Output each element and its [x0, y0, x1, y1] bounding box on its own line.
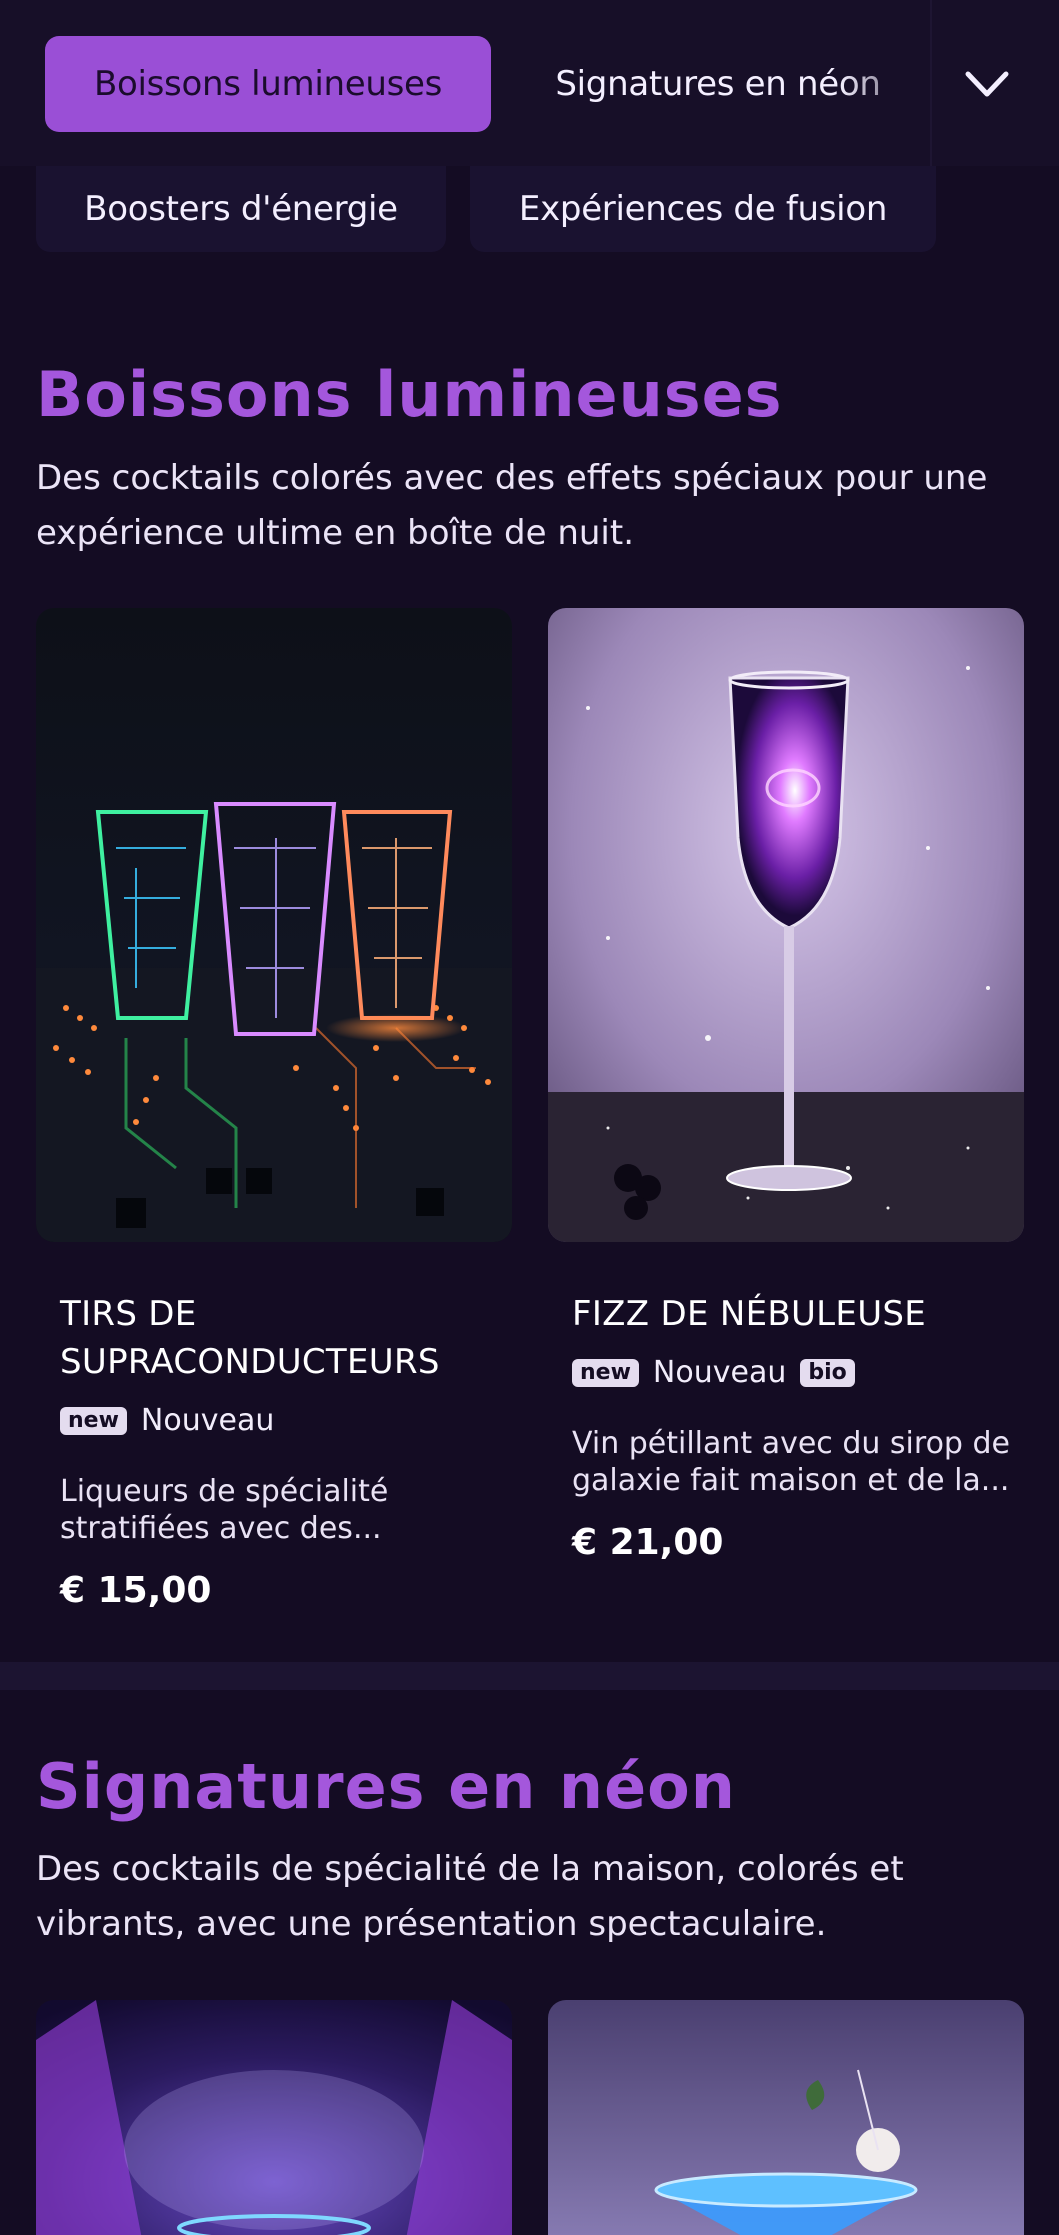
badge-row: new Nouveau: [60, 1403, 274, 1438]
description-line: galaxie fait maison et de la...: [572, 1463, 1010, 1498]
tab-label: Signatures en néon: [555, 64, 881, 104]
product-image-fizz-de-nebuleuse[interactable]: [548, 608, 1024, 1242]
product-description: Liqueurs de spécialité stratifiées avec …: [60, 1473, 500, 1547]
category-nav-row-2: Boosters d'énergie Expériences de fusion: [0, 166, 1059, 254]
product-name: FIZZ DE NÉBULEUSE: [572, 1294, 927, 1334]
product-description: Vin pétillant avec du sirop de galaxie f…: [572, 1425, 1032, 1499]
new-tag: new: [60, 1406, 127, 1435]
product-name-line: TIRS DE: [60, 1294, 197, 1334]
section-title: Signatures en néon: [36, 1750, 736, 1823]
section-description: Des cocktails de spécialité de la maison…: [36, 1849, 904, 1944]
product-price: € 15,00: [60, 1570, 212, 1611]
badge-label: Nouveau: [140, 1403, 275, 1438]
tab-boosters-d-energie[interactable]: Boosters d'énergie: [36, 166, 446, 252]
product-price: € 21,00: [572, 1522, 724, 1563]
description-line: Liqueurs de spécialité: [60, 1474, 389, 1509]
section-title: Boissons lumineuses: [36, 358, 783, 431]
chevron-down-icon[interactable]: [962, 62, 1012, 106]
nav-divider: [930, 0, 932, 166]
category-nav: Boissons lumineuses Signatures en néon: [0, 0, 1059, 166]
tab-label: Boosters d'énergie: [84, 189, 398, 229]
tab-experiences-de-fusion[interactable]: Expériences de fusion: [470, 166, 936, 252]
product-image[interactable]: [548, 2000, 1024, 2235]
product-image-tirs-de-supraconducteurs[interactable]: [36, 608, 512, 1242]
section-divider: [0, 1662, 1059, 1690]
description-line: stratifiées avec des...: [60, 1511, 382, 1546]
tab-boissons-lumineuses[interactable]: Boissons lumineuses: [45, 36, 491, 132]
badge-row: new Nouveau bio: [572, 1355, 855, 1390]
product-name-line: SUPRACONDUCTEURS: [60, 1342, 440, 1382]
section-description: Des cocktails colorés avec des effets sp…: [36, 458, 988, 553]
tab-label: Boissons lumineuses: [93, 64, 443, 104]
description-line: Vin pétillant avec du sirop de: [572, 1426, 1011, 1461]
scroll-fade: [840, 0, 930, 166]
badge-label: Nouveau: [652, 1355, 787, 1390]
tab-label: Expériences de fusion: [518, 189, 888, 229]
product-name: TIRS DE SUPRACONDUCTEURS: [60, 1290, 440, 1386]
new-tag: new: [572, 1358, 639, 1387]
product-image[interactable]: [36, 2000, 512, 2235]
bio-tag: bio: [800, 1358, 855, 1387]
